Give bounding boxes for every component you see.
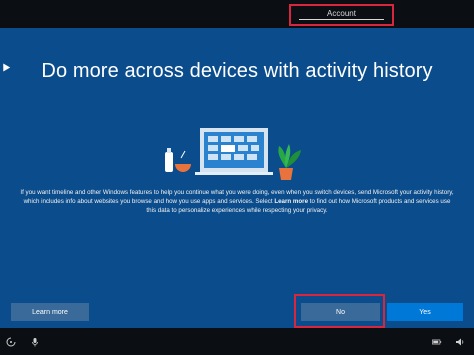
account-tab[interactable]: Account [289, 4, 394, 26]
setup-panel: Do more across devices with activity his… [0, 28, 474, 328]
top-bar: Account [0, 0, 474, 28]
bowl-icon [175, 164, 191, 172]
yes-button[interactable]: Yes [387, 303, 463, 321]
account-tab-underline [299, 19, 384, 20]
bottle-icon [165, 152, 173, 172]
activity-history-illustration [165, 128, 301, 180]
ease-of-access-icon[interactable] [6, 337, 16, 347]
description-text: If you want timeline and other Windows f… [20, 188, 454, 215]
learn-more-inline-text: Learn more [274, 198, 309, 205]
volume-icon[interactable] [455, 337, 465, 347]
taskbar [0, 328, 474, 355]
no-button[interactable]: No [301, 303, 380, 321]
microphone-icon[interactable] [30, 337, 40, 347]
page-title: Do more across devices with activity his… [41, 60, 433, 82]
account-tab-label: Account [327, 9, 356, 18]
learn-more-button[interactable]: Learn more [11, 303, 89, 321]
plant-pot-icon [279, 168, 293, 180]
battery-icon[interactable] [432, 337, 442, 347]
